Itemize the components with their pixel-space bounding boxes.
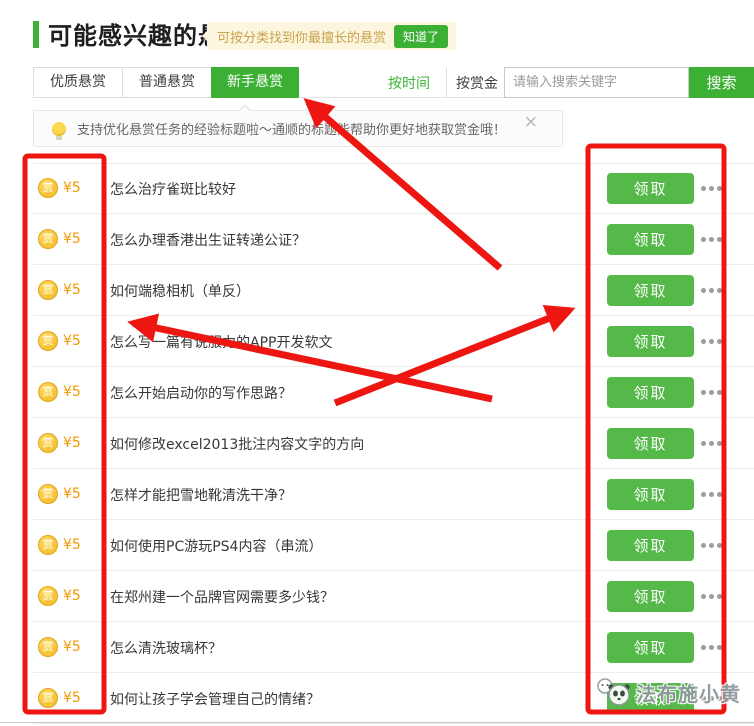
task-row: 赏 ¥5 怎样才能把雪地靴清洗干净？ 领取: [0, 469, 754, 520]
three-dots-icon[interactable]: [701, 186, 722, 191]
watermark-text: 法布施小黄: [636, 678, 741, 707]
notice-bar: 支持优化悬赏任务的经验标题啦～通顺的标题能帮助你更好地获取赏金哦！ ×: [33, 110, 563, 147]
task-title[interactable]: 如何让孩子学会管理自己的情绪？: [110, 689, 320, 709]
coin-icon: 赏: [38, 637, 58, 657]
task-row: 赏 ¥5 如何使用PC游玩PS4内容（串流） 领取: [0, 520, 754, 571]
task-list: 赏 ¥5 怎么治疗雀斑比较好 领取 赏 ¥5 怎么办理香港出生证转递公证？ 领取…: [0, 163, 754, 724]
claim-button[interactable]: 领取: [607, 632, 694, 663]
three-dots-icon[interactable]: [701, 543, 722, 548]
reward-amount: ¥5: [63, 384, 81, 400]
task-row: 赏 ¥5 如何修改excel2013批注内容文字的方向 领取: [0, 418, 754, 469]
task-title[interactable]: 怎么办理香港出生证转递公证？: [110, 230, 306, 250]
tooltip-arrow-icon: [202, 31, 207, 41]
coin-icon: 赏: [38, 382, 58, 402]
three-dots-icon[interactable]: [701, 237, 722, 242]
task-row: 赏 ¥5 怎么清洗玻璃杯？ 领取: [0, 622, 754, 673]
task-row: 赏 ¥5 如何端稳相机（单反） 领取: [0, 265, 754, 316]
three-dots-icon[interactable]: [701, 645, 722, 650]
reward-amount: ¥5: [63, 231, 81, 247]
sort-by-reward[interactable]: 按赏金: [456, 73, 498, 93]
reward-amount: ¥5: [63, 690, 81, 706]
three-dots-icon[interactable]: [701, 492, 722, 497]
three-dots-icon[interactable]: [701, 594, 722, 599]
coin-icon: 赏: [38, 688, 58, 708]
three-dots-icon[interactable]: [701, 288, 722, 293]
claim-button[interactable]: 领取: [607, 173, 694, 204]
tooltip-text: 可按分类找到你最擅长的悬赏: [217, 27, 386, 46]
claim-button[interactable]: 领取: [607, 275, 694, 306]
panda-logo-icon: [596, 676, 634, 708]
got-it-button[interactable]: 知道了: [394, 25, 448, 48]
claim-button[interactable]: 领取: [607, 479, 694, 510]
sort-divider: [446, 68, 447, 97]
claim-button[interactable]: 领取: [607, 224, 694, 255]
bounty-tabs: 优质悬赏 普通悬赏 新手悬赏: [33, 67, 298, 98]
tab-normal-bounty[interactable]: 普通悬赏: [122, 68, 211, 97]
reward-amount: ¥5: [63, 282, 81, 298]
coin-icon: 赏: [38, 433, 58, 453]
three-dots-icon[interactable]: [701, 441, 722, 446]
reward-amount: ¥5: [63, 639, 81, 655]
reward-amount: ¥5: [63, 180, 81, 196]
three-dots-icon[interactable]: [701, 339, 722, 344]
close-icon[interactable]: ×: [524, 114, 538, 131]
sort-by-time[interactable]: 按时间: [388, 73, 430, 93]
task-title[interactable]: 如何使用PC游玩PS4内容（串流）: [110, 536, 322, 556]
task-row: 赏 ¥5 怎么治疗雀斑比较好 领取: [0, 163, 754, 214]
reward-amount: ¥5: [63, 588, 81, 604]
coin-icon: 赏: [38, 280, 58, 300]
task-title[interactable]: 怎么开始启动你的写作思路？: [110, 383, 292, 403]
task-title[interactable]: 如何端稳相机（单反）: [110, 281, 250, 301]
search-button[interactable]: 搜索: [689, 67, 754, 98]
bottom-divider: [0, 722, 754, 723]
coin-icon: 赏: [38, 535, 58, 555]
coin-icon: 赏: [38, 484, 58, 504]
watermark: 法布施小黄: [596, 676, 741, 708]
category-tooltip: 可按分类找到你最擅长的悬赏 知道了: [207, 22, 456, 50]
claim-button[interactable]: 领取: [607, 530, 694, 561]
title-accent-bar: [33, 21, 39, 48]
notice-text: 支持优化悬赏任务的经验标题啦～通顺的标题能帮助你更好地获取赏金哦！: [77, 119, 506, 138]
lightbulb-icon: [52, 122, 66, 136]
three-dots-icon[interactable]: [701, 390, 722, 395]
tab-newbie-bounty[interactable]: 新手悬赏: [211, 67, 299, 98]
search-input[interactable]: [504, 67, 689, 98]
claim-button[interactable]: 领取: [607, 428, 694, 459]
task-title[interactable]: 如何修改excel2013批注内容文字的方向: [110, 434, 364, 454]
task-row: 赏 ¥5 怎么写一篇有说服力的APP开发软文 领取: [0, 316, 754, 367]
task-row: 赏 ¥5 在郑州建一个品牌官网需要多少钱？ 领取: [0, 571, 754, 622]
task-title[interactable]: 在郑州建一个品牌官网需要多少钱？: [110, 587, 334, 607]
task-row: 赏 ¥5 怎么开始启动你的写作思路？ 领取: [0, 367, 754, 418]
reward-amount: ¥5: [63, 435, 81, 451]
claim-button[interactable]: 领取: [607, 326, 694, 357]
reward-amount: ¥5: [63, 333, 81, 349]
task-row: 赏 ¥5 怎么办理香港出生证转递公证？ 领取: [0, 214, 754, 265]
coin-icon: 赏: [38, 229, 58, 249]
reward-amount: ¥5: [63, 537, 81, 553]
coin-icon: 赏: [38, 331, 58, 351]
tab-premium-bounty[interactable]: 优质悬赏: [34, 68, 122, 97]
reward-amount: ¥5: [63, 486, 81, 502]
claim-button[interactable]: 领取: [607, 581, 694, 612]
claim-button[interactable]: 领取: [607, 377, 694, 408]
task-title[interactable]: 怎么清洗玻璃杯？: [110, 638, 222, 658]
coin-icon: 赏: [38, 586, 58, 606]
task-title[interactable]: 怎么治疗雀斑比较好: [110, 179, 236, 199]
coin-icon: 赏: [38, 178, 58, 198]
task-title[interactable]: 怎么写一篇有说服力的APP开发软文: [110, 332, 332, 352]
task-title[interactable]: 怎样才能把雪地靴清洗干净？: [110, 485, 292, 505]
